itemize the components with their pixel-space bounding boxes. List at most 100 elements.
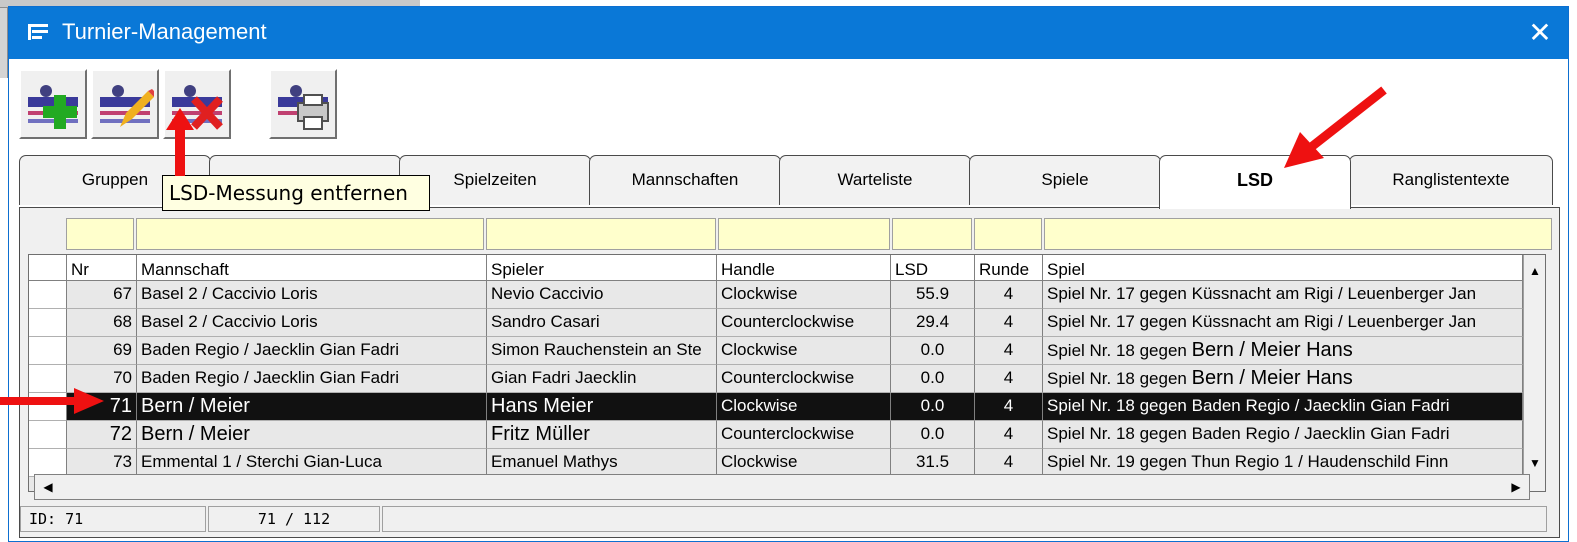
scroll-right-icon[interactable]: ▶ — [1505, 475, 1527, 499]
row-selector[interactable] — [29, 449, 67, 477]
cell-runde: 4 — [975, 421, 1043, 449]
filter-runde[interactable] — [974, 218, 1042, 250]
table-row[interactable]: 69 Baden Regio / Jaecklin Gian Fadri Sim… — [29, 337, 1523, 365]
header-nr[interactable]: Nr — [67, 255, 137, 281]
header-runde[interactable]: Runde — [975, 255, 1043, 281]
cell-spiel: Spiel Nr. 17 gegen Küssnacht am Rigi / L… — [1043, 281, 1523, 309]
cell-handle: Counterclockwise — [717, 309, 891, 337]
cell-spieler: Simon Rauchenstein an Ste — [487, 337, 717, 365]
table-row[interactable]: 70 Baden Regio / Jaecklin Gian Fadri Gia… — [29, 365, 1523, 393]
cell-spiel: Spiel Nr. 19 gegen Thun Regio 1 / Hauden… — [1043, 449, 1523, 477]
status-id: ID: 71 — [20, 506, 206, 532]
filter-lsd[interactable] — [892, 218, 972, 250]
cell-spieler: Nevio Caccivio — [487, 281, 717, 309]
cell-spiel: Spiel Nr. 18 gegen Baden Regio / Jaeckli… — [1043, 393, 1523, 421]
print-button[interactable] — [269, 69, 337, 139]
cell-handle: Clockwise — [717, 281, 891, 309]
cell-spiel-opponent: Bern / Meier Hans — [1191, 339, 1353, 361]
scroll-left-icon[interactable]: ◀ — [37, 475, 59, 499]
background-window-edge — [0, 8, 8, 78]
status-record-position: 71 / 112 — [208, 506, 380, 532]
edit-icon — [100, 85, 154, 127]
cell-lsd: 0.0 — [891, 337, 975, 365]
cell-nr: 68 — [67, 309, 137, 337]
cell-mannschaft: Bern / Meier — [137, 421, 487, 449]
status-bar: ID: 71 71 / 112 — [20, 502, 1559, 536]
close-button[interactable]: ✕ — [1522, 15, 1558, 51]
cell-nr: 72 — [67, 421, 137, 449]
title-bar[interactable]: Turnier-Management ✕ — [9, 7, 1568, 59]
table-row[interactable]: 67 Basel 2 / Caccivio Loris Nevio Cacciv… — [29, 281, 1523, 309]
header-handle[interactable]: Handle — [717, 255, 891, 281]
cell-spieler: Emanuel Mathys — [487, 449, 717, 477]
filter-spiel[interactable] — [1044, 218, 1552, 250]
cell-spiel: Spiel Nr. 18 gegen Bern / Meier Hans — [1043, 337, 1523, 365]
cell-mannschaft: Emmental 1 / Sterchi Gian-Luca — [137, 449, 487, 477]
cell-handle: Counterclockwise — [717, 421, 891, 449]
cell-lsd: 55.9 — [891, 281, 975, 309]
table-row[interactable]: 73 Emmental 1 / Sterchi Gian-Luca Emanue… — [29, 449, 1523, 477]
scroll-down-icon[interactable]: ▼ — [1524, 451, 1545, 475]
scroll-up-icon[interactable]: ▲ — [1524, 259, 1545, 283]
header-lsd[interactable]: LSD — [891, 255, 975, 281]
row-selector[interactable] — [29, 309, 67, 337]
cell-spiel: Spiel Nr. 18 gegen Bern / Meier Hans — [1043, 365, 1523, 393]
cell-lsd: 0.0 — [891, 421, 975, 449]
cell-handle: Clockwise — [717, 449, 891, 477]
cell-runde: 4 — [975, 281, 1043, 309]
cell-spieler: Gian Fadri Jaecklin — [487, 365, 717, 393]
cell-handle: Clockwise — [717, 393, 891, 421]
lsd-panel: Nr Mannschaft Spieler Handle LSD Runde S… — [19, 207, 1560, 538]
filter-mannschaft[interactable] — [136, 218, 484, 250]
header-spiel[interactable]: Spiel — [1043, 255, 1523, 281]
cell-spiel-prefix: Spiel Nr. 18 gegen — [1047, 341, 1192, 360]
cell-runde: 4 — [975, 365, 1043, 393]
cell-spieler: Hans Meier — [487, 393, 717, 421]
filter-handle[interactable] — [718, 218, 890, 250]
cell-nr: 69 — [67, 337, 137, 365]
table-row[interactable]: 72 Bern / Meier Fritz Müller Countercloc… — [29, 421, 1523, 449]
add-icon — [28, 85, 78, 129]
annotation-arrow-up — [166, 108, 194, 176]
cell-spiel: Spiel Nr. 18 gegen Baden Regio / Jaeckli… — [1043, 421, 1523, 449]
cell-spiel: Spiel Nr. 17 gegen Küssnacht am Rigi / L… — [1043, 309, 1523, 337]
tab-spiele[interactable]: Spiele — [969, 155, 1161, 205]
app-icon — [28, 24, 48, 40]
annotation-arrow-right — [0, 388, 104, 414]
table-row-selected[interactable]: 71 Bern / Meier Hans Meier Clockwise 0.0… — [29, 393, 1523, 421]
cell-mannschaft: Basel 2 / Caccivio Loris — [137, 281, 487, 309]
cell-runde: 4 — [975, 337, 1043, 365]
cell-spiel-prefix: Spiel Nr. 18 gegen — [1047, 369, 1192, 388]
header-spieler[interactable]: Spieler — [487, 255, 717, 281]
cell-runde: 4 — [975, 309, 1043, 337]
lsd-table: Nr Mannschaft Spieler Handle LSD Runde S… — [28, 254, 1546, 492]
print-icon — [278, 85, 329, 130]
tab-warteliste[interactable]: Warteliste — [779, 155, 971, 205]
cell-nr: 73 — [67, 449, 137, 477]
cell-mannschaft: Baden Regio / Jaecklin Gian Fadri — [137, 337, 487, 365]
window-title: Turnier-Management — [62, 19, 267, 44]
row-selector[interactable] — [29, 337, 67, 365]
header-mannschaft[interactable]: Mannschaft — [137, 255, 487, 281]
cell-lsd: 31.5 — [891, 449, 975, 477]
row-selector[interactable] — [29, 281, 67, 309]
add-button[interactable] — [19, 69, 87, 139]
tab-mannschaften[interactable]: Mannschaften — [589, 155, 781, 205]
cell-runde: 4 — [975, 449, 1043, 477]
row-selector[interactable] — [29, 421, 67, 449]
filter-spieler[interactable] — [486, 218, 716, 250]
cell-mannschaft: Bern / Meier — [137, 393, 487, 421]
edit-button[interactable] — [91, 69, 159, 139]
filter-nr[interactable] — [66, 218, 134, 250]
horizontal-scrollbar[interactable]: ◀ ▶ — [34, 474, 1530, 500]
cell-handle: Clockwise — [717, 337, 891, 365]
cell-mannschaft: Baden Regio / Jaecklin Gian Fadri — [137, 365, 487, 393]
header-selector — [29, 255, 67, 281]
table-row[interactable]: 68 Basel 2 / Caccivio Loris Sandro Casar… — [29, 309, 1523, 337]
tooltip: LSD-Messung entfernen — [162, 175, 430, 211]
cell-lsd: 0.0 — [891, 393, 975, 421]
cell-lsd: 0.0 — [891, 365, 975, 393]
cell-mannschaft: Basel 2 / Caccivio Loris — [137, 309, 487, 337]
vertical-scrollbar[interactable]: ▲ ▼ — [1523, 255, 1545, 491]
status-extra — [382, 506, 1547, 532]
